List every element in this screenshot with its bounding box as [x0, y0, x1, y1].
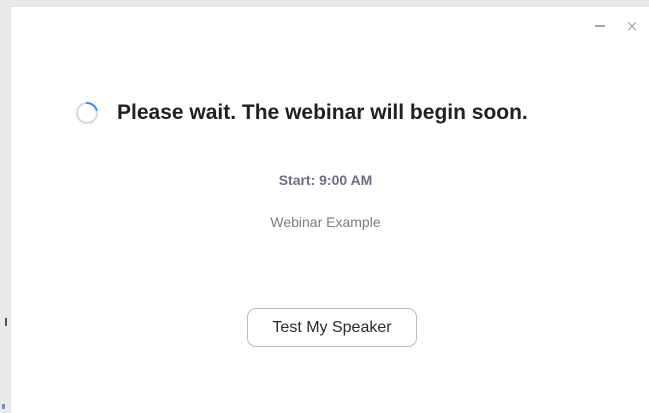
window-controls: × [593, 17, 639, 35]
page-title: Please wait. The webinar will begin soon… [117, 101, 528, 124]
webinar-name-label: Webinar Example [270, 214, 381, 230]
waiting-room-window: × Please wait. The webinar will begin so… [10, 6, 649, 413]
test-speaker-button[interactable]: Test My Speaker [247, 308, 417, 347]
loading-spinner-icon [75, 101, 99, 125]
waiting-headline: Please wait. The webinar will begin soon… [75, 101, 528, 125]
close-button[interactable]: × [625, 17, 639, 35]
start-time-label: Start: 9:00 AM [278, 172, 373, 188]
minimize-button[interactable] [593, 19, 607, 33]
background-edge-mark-bottom [2, 404, 5, 409]
minimize-icon [595, 25, 605, 27]
close-icon: × [625, 17, 639, 35]
background-edge-mark [5, 318, 7, 326]
